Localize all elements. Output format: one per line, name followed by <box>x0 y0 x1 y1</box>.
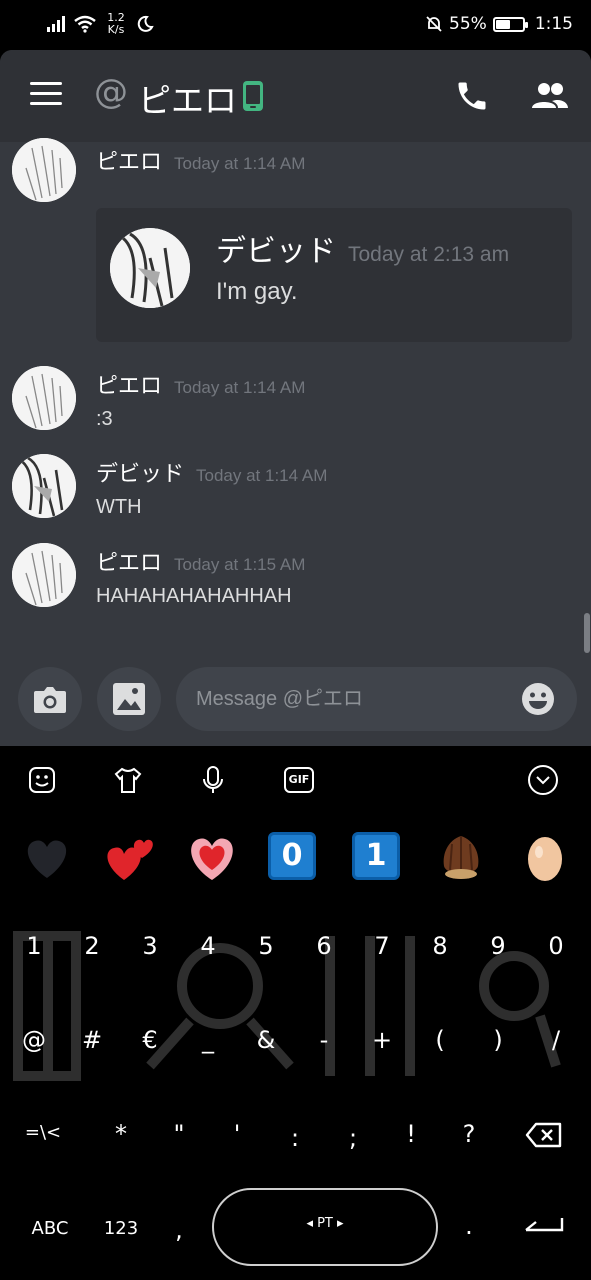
backspace-icon[interactable] <box>524 1120 564 1150</box>
two-hearts-emoji[interactable] <box>102 830 156 884</box>
chestnut-emoji[interactable] <box>434 830 488 884</box>
phone-call-icon[interactable] <box>454 78 490 114</box>
collapse-icon[interactable] <box>527 764 559 796</box>
key-question[interactable]: ? <box>444 1120 494 1148</box>
gif-icon[interactable]: GIF <box>284 767 314 793</box>
message-timestamp: Today at 1:14 AM <box>174 154 306 173</box>
language-label: ◂ PT ▸ <box>306 1216 344 1231</box>
quoted-message-embed[interactable]: デビッド Today at 2:13 am I'm gay. <box>96 208 572 342</box>
embed-text: I'm gay. <box>216 278 298 305</box>
key-1[interactable]: 1 <box>9 932 59 960</box>
black-heart-emoji[interactable] <box>20 830 74 884</box>
key-colon[interactable]: : <box>270 1124 320 1152</box>
key-hash[interactable]: # <box>67 1026 117 1054</box>
chat-header: @ ピエロ <box>0 50 591 142</box>
key-8[interactable]: 8 <box>415 932 465 960</box>
microphone-icon[interactable] <box>197 764 229 796</box>
chat-panel: @ ピエロ ピエロ Today at 1:14 AM デビッド Today at 2… <box>0 50 591 746</box>
message-timestamp: Today at 1:14 AM <box>174 378 306 397</box>
message-author[interactable]: ピエロ Today at 1:14 AM <box>96 368 305 400</box>
menu-icon[interactable] <box>30 82 62 108</box>
message-text: :3 <box>96 408 113 430</box>
keycap-0-emoji[interactable]: 0 <box>268 832 316 880</box>
image-button[interactable] <box>97 667 161 731</box>
avatar <box>110 228 190 308</box>
message-author[interactable]: ピエロ Today at 1:14 AM <box>96 144 305 176</box>
egg-emoji[interactable] <box>518 830 572 884</box>
wifi-icon <box>74 15 96 33</box>
key-exclamation[interactable]: ! <box>386 1120 436 1148</box>
key-close-paren[interactable]: ) <box>473 1026 523 1054</box>
moon-icon <box>137 15 154 32</box>
network-speed: 1.2 K/s <box>107 11 125 36</box>
battery-icon <box>492 16 528 32</box>
key-semicolon[interactable]: ; <box>328 1124 378 1152</box>
key-4[interactable]: 4 <box>183 932 233 960</box>
message-text: WTH <box>96 496 142 518</box>
avatar[interactable] <box>12 138 76 202</box>
message-input-container[interactable] <box>176 667 577 731</box>
channel-title: ピエロ <box>138 81 237 120</box>
key-7[interactable]: 7 <box>357 932 407 960</box>
key-9[interactable]: 9 <box>473 932 523 960</box>
key-at[interactable]: @ <box>9 1026 59 1054</box>
growing-heart-emoji[interactable] <box>185 830 239 884</box>
key-6[interactable]: 6 <box>299 932 349 960</box>
key-plus[interactable]: + <box>357 1026 407 1054</box>
embed-author: デビッド Today at 2:13 am <box>216 234 510 269</box>
bell-off-icon <box>426 16 442 32</box>
message-timestamp: Today at 1:15 AM <box>174 555 306 574</box>
signal-icon <box>47 16 65 32</box>
image-icon <box>113 683 145 715</box>
key-123[interactable]: 123 <box>96 1218 146 1239</box>
key-0[interactable]: 0 <box>531 932 581 960</box>
at-icon: @ <box>94 72 128 112</box>
key-2[interactable]: 2 <box>67 932 117 960</box>
embed-timestamp: Today at 2:13 am <box>348 243 510 266</box>
key-underscore[interactable]: _ <box>183 1026 233 1054</box>
key-ampersand[interactable]: & <box>241 1026 291 1054</box>
keycap-1-emoji[interactable]: 1 <box>352 832 400 880</box>
key-comma[interactable]: , <box>154 1216 204 1244</box>
key-single-quote[interactable]: ' <box>212 1120 262 1148</box>
key-5[interactable]: 5 <box>241 932 291 960</box>
scrollbar[interactable] <box>584 613 590 653</box>
key-more-symbols[interactable]: =\< <box>18 1122 68 1143</box>
key-euro[interactable]: € <box>125 1026 175 1054</box>
mobile-phone-icon <box>243 81 263 111</box>
enter-icon[interactable] <box>522 1216 564 1236</box>
emoji-icon[interactable] <box>520 681 556 717</box>
battery-percent: 55% <box>449 14 487 34</box>
key-double-quote[interactable]: " <box>154 1120 204 1148</box>
avatar[interactable] <box>12 454 76 518</box>
message-input[interactable] <box>196 681 516 717</box>
message-timestamp: Today at 1:14 AM <box>196 466 328 485</box>
key-open-paren[interactable]: ( <box>415 1026 465 1054</box>
keyboard: GIF 0 1 1 2 3 4 5 6 7 8 9 0 @ # € _ & - … <box>0 746 591 1280</box>
key-abc[interactable]: ABC <box>20 1218 80 1239</box>
message-author[interactable]: デビッド Today at 1:14 AM <box>96 456 327 488</box>
members-icon[interactable] <box>530 80 570 112</box>
key-period[interactable]: . <box>444 1212 494 1240</box>
avatar[interactable] <box>12 543 76 607</box>
sticker-icon[interactable] <box>26 764 58 796</box>
tshirt-icon[interactable] <box>112 764 144 796</box>
message-text: HAHAHAHAHAHHAH <box>96 585 292 607</box>
camera-icon <box>34 687 66 713</box>
spacebar[interactable]: ◂ PT ▸ <box>212 1188 438 1266</box>
clock: 1:15 <box>534 14 573 34</box>
key-3[interactable]: 3 <box>125 932 175 960</box>
message-author[interactable]: ピエロ Today at 1:15 AM <box>96 545 305 577</box>
avatar[interactable] <box>12 366 76 430</box>
key-asterisk[interactable]: * <box>96 1120 146 1148</box>
key-minus[interactable]: - <box>299 1026 349 1054</box>
status-bar: 1.2 K/s 55% 1:15 <box>0 0 591 50</box>
camera-button[interactable] <box>18 667 82 731</box>
key-slash[interactable]: / <box>531 1026 581 1054</box>
